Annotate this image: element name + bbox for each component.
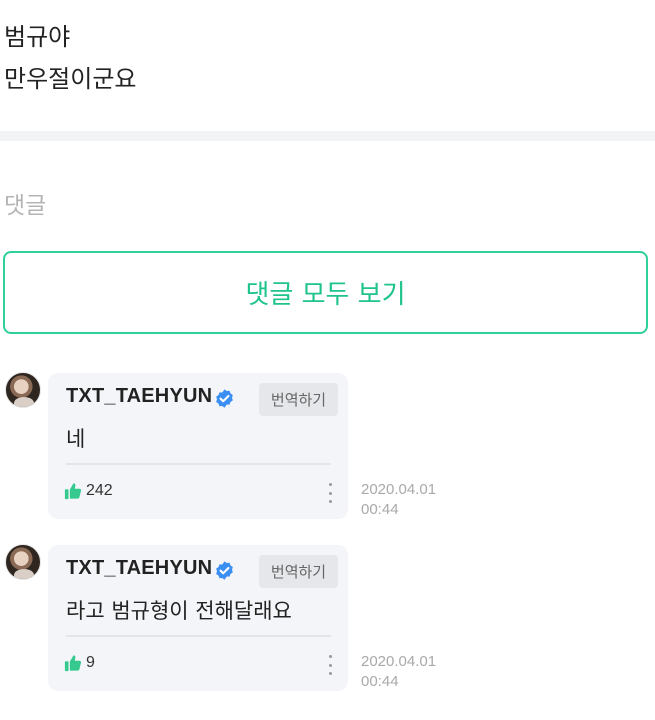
section-divider	[0, 131, 655, 141]
comment-divider	[66, 463, 331, 465]
post-text-line-1: 범규야	[4, 23, 71, 51]
comment-text: 라고 범규형이 전해달래요	[66, 599, 292, 623]
avatar[interactable]	[5, 372, 41, 408]
comment-timestamp: 2020.04.01 00:44	[361, 652, 436, 692]
comment-timestamp: 2020.04.01 00:44	[361, 480, 436, 520]
comment-date: 2020.04.01	[361, 481, 437, 498]
comment-author[interactable]: TXT_TAEHYUN	[66, 557, 212, 580]
comment-item: TXT_TAEHYUN 번역하기 라고 범규형이 전해달래요 9 2020.04…	[0, 544, 655, 694]
avatar[interactable]	[5, 544, 41, 580]
comment-time: 00:44	[361, 501, 399, 518]
verified-badge-icon	[216, 561, 233, 580]
comment-bubble: TXT_TAEHYUN 번역하기 네 242	[48, 373, 348, 519]
post-text-line-2: 만우절이군요	[4, 65, 137, 93]
comment-divider	[66, 635, 331, 637]
comments-section-label: 댓글	[4, 193, 47, 219]
comment-date: 2020.04.01	[361, 653, 437, 670]
more-options-icon[interactable]	[322, 483, 338, 503]
comment-text: 네	[66, 427, 86, 451]
more-options-icon[interactable]	[322, 655, 338, 675]
thumbs-up-icon	[64, 483, 82, 500]
comment-author[interactable]: TXT_TAEHYUN	[66, 385, 212, 408]
like-button[interactable]: 242	[64, 482, 113, 500]
verified-badge-icon	[216, 389, 233, 408]
comment-item: TXT_TAEHYUN 번역하기 네 242 2020.04.01 00:44	[0, 372, 655, 522]
like-count: 242	[86, 482, 113, 499]
thumbs-up-icon	[64, 655, 82, 672]
translate-button[interactable]: 번역하기	[259, 383, 338, 416]
translate-button[interactable]: 번역하기	[259, 555, 338, 588]
like-button[interactable]: 9	[64, 654, 95, 672]
comment-time: 00:44	[361, 673, 399, 690]
like-count: 9	[86, 654, 95, 671]
comment-bubble: TXT_TAEHYUN 번역하기 라고 범규형이 전해달래요 9	[48, 545, 348, 691]
view-all-comments-button[interactable]: 댓글 모두 보기	[3, 251, 648, 334]
